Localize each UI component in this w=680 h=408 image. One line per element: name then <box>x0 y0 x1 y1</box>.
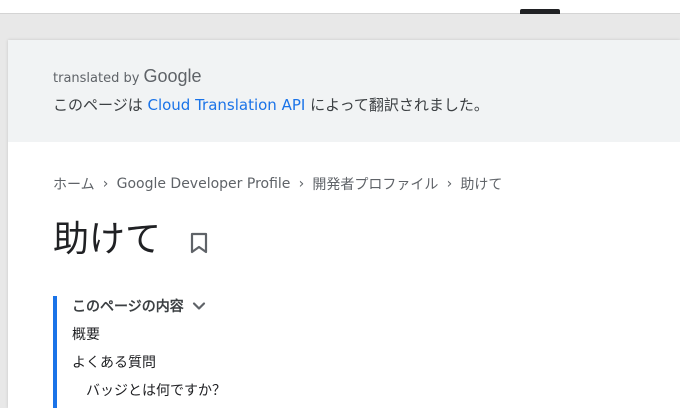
chevron-down-icon <box>192 298 208 314</box>
breadcrumb-chevron-icon: › <box>446 176 453 192</box>
toc-item-overview[interactable]: 概要 <box>72 324 100 344</box>
breadcrumb-home[interactable]: ホーム <box>53 174 95 194</box>
bookmark-icon <box>190 232 208 254</box>
table-of-contents: このページの内容 概要 よくある質問 バッジとは何ですか？ <box>53 296 457 408</box>
translation-message-prefix: このページは <box>53 96 148 114</box>
breadcrumb-chevron-icon: › <box>298 176 305 192</box>
breadcrumb-developer-profile[interactable]: 開発者プロファイル <box>312 174 438 194</box>
bookmark-button[interactable] <box>187 231 211 255</box>
breadcrumb-google-developer-profile[interactable]: Google Developer Profile <box>117 176 291 192</box>
cloud-translation-api-link[interactable]: Cloud Translation API <box>147 96 305 114</box>
breadcrumb-current[interactable]: 助けて <box>460 174 502 194</box>
google-logo: Google <box>143 66 202 86</box>
toc-header[interactable]: このページの内容 <box>72 296 208 316</box>
toc-header-label: このページの内容 <box>72 299 184 315</box>
breadcrumb: ホーム › Google Developer Profile › 開発者プロファ… <box>53 174 502 194</box>
page-content: translated by Google このページは Cloud Transl… <box>8 40 680 408</box>
translation-banner: translated by Google このページは Cloud Transl… <box>8 40 680 142</box>
page-title: 助けて <box>53 219 162 260</box>
toc-item-what-is-badge[interactable]: バッジとは何ですか？ <box>86 380 226 400</box>
title-row: 助けて <box>53 212 211 268</box>
translation-message: このページは Cloud Translation API によって翻訳されました… <box>53 94 489 115</box>
translated-by-text: translated by <box>53 71 140 86</box>
translated-by-label: translated by Google <box>53 66 201 88</box>
active-tab-indicator[interactable] <box>520 9 560 14</box>
breadcrumb-chevron-icon: › <box>102 176 109 192</box>
translation-message-suffix: によって翻訳されました。 <box>305 96 489 114</box>
toc-item-faq[interactable]: よくある質問 <box>72 352 156 372</box>
browser-top-bar <box>0 0 680 14</box>
